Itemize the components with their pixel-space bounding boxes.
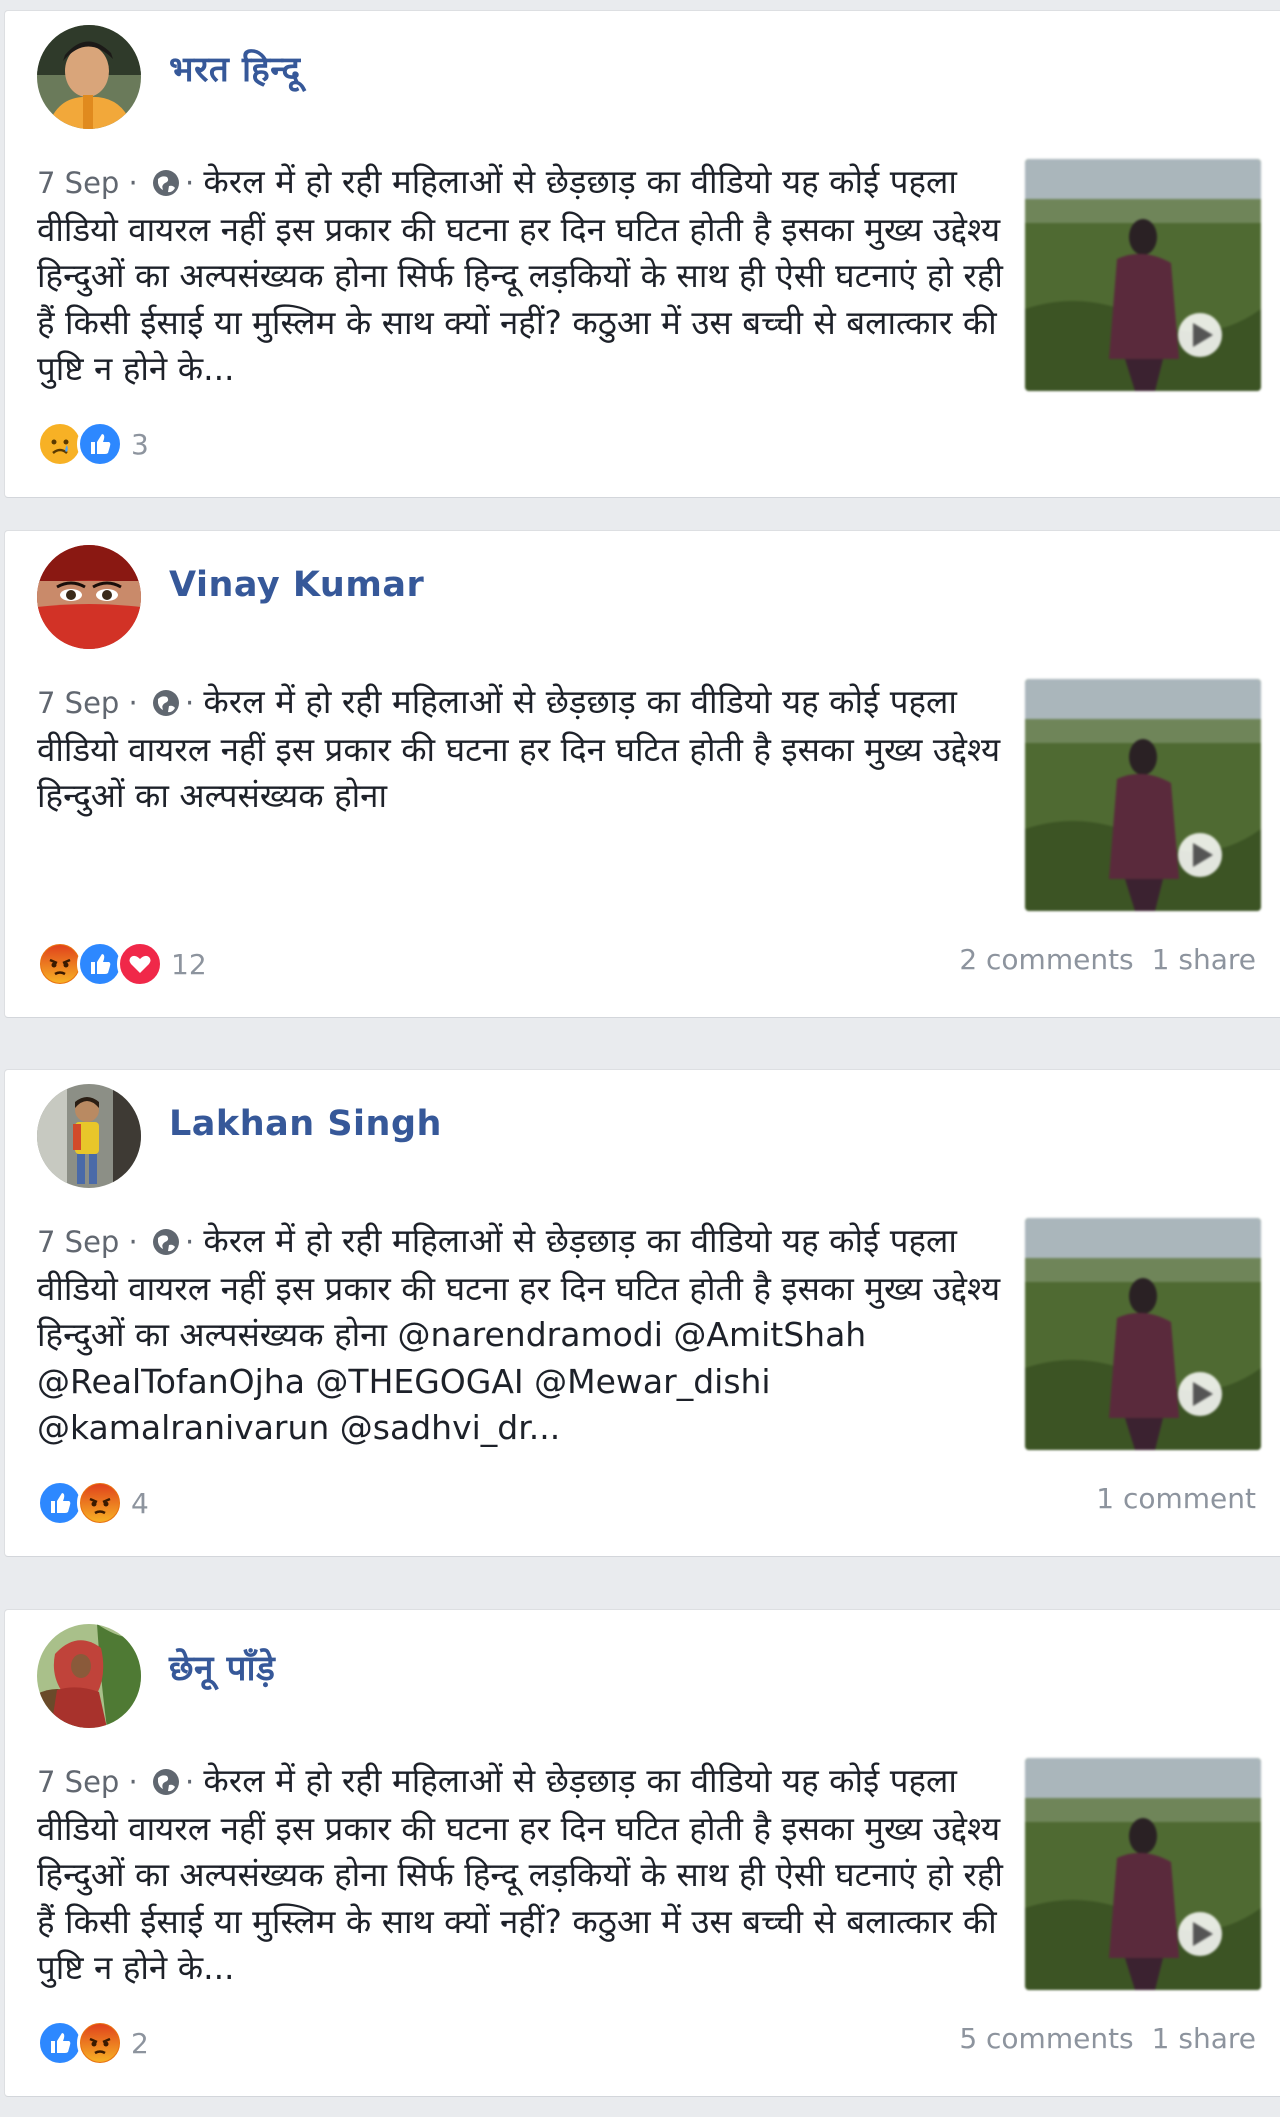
post-card: छेनू पाँड़े 7 Sep · · केरल में हो रही मह… — [4, 1609, 1280, 2097]
video-thumbnail[interactable] — [1025, 679, 1261, 911]
post-card: भरत हिन्दू 7 Sep · · केरल में हो रही महि… — [4, 10, 1280, 498]
post-text: 7 Sep · · केरल में हो रही महिलाओं से छेड… — [37, 1221, 1001, 1447]
globe-icon — [152, 690, 179, 716]
post-stats: 1 comment — [1078, 1482, 1256, 1515]
reaction-count: 4 — [131, 1486, 149, 1520]
avatar[interactable] — [37, 545, 141, 649]
post-date[interactable]: 7 Sep — [37, 686, 119, 720]
angry-reaction-icon — [77, 2020, 123, 2066]
author-name[interactable]: भरत हिन्दू — [169, 45, 301, 92]
post-stats: 5 comments 1 share — [941, 2022, 1256, 2055]
comments-link[interactable]: 5 comments — [959, 2022, 1133, 2055]
post-date[interactable]: 7 Sep — [37, 166, 119, 200]
like-reaction-icon — [77, 421, 123, 467]
shares-link[interactable]: 1 share — [1152, 2022, 1256, 2055]
post-body: केरल में हो रही महिलाओं से छेड़छाड़ का व… — [37, 682, 1001, 815]
globe-icon — [152, 170, 179, 196]
post-date[interactable]: 7 Sep — [37, 1765, 119, 1799]
separator: · — [119, 1225, 147, 1259]
shares-link[interactable]: 1 share — [1152, 943, 1256, 976]
avatar[interactable] — [37, 1084, 141, 1188]
author-name[interactable]: Lakhan Singh — [169, 1104, 442, 1144]
post-card: Vinay Kumar 7 Sep · · केरल में हो रही मह… — [4, 530, 1280, 1018]
post-body: केरल में हो रही महिलाओं से छेड़छाड़ का व… — [37, 1761, 1003, 1987]
separator: · — [119, 166, 147, 200]
video-thumbnail[interactable] — [1025, 1218, 1261, 1450]
globe-icon — [152, 1769, 179, 1795]
reaction-count: 2 — [131, 2026, 149, 2060]
video-thumbnail[interactable] — [1025, 159, 1261, 391]
reaction-summary[interactable]: 4 — [37, 1478, 149, 1528]
globe-icon — [152, 1229, 179, 1255]
post-text: 7 Sep · · केरल में हो रही महिलाओं से छेड… — [37, 1761, 1003, 1987]
angry-reaction-icon — [77, 1480, 123, 1526]
comments-link[interactable]: 2 comments — [959, 943, 1133, 976]
video-thumbnail[interactable] — [1025, 1758, 1261, 1990]
reaction-summary[interactable]: 2 — [37, 2018, 149, 2068]
reaction-count: 3 — [131, 427, 149, 461]
post-card: Lakhan Singh 7 Sep · · केरल में हो रही म… — [4, 1069, 1280, 1557]
avatar[interactable] — [37, 1624, 141, 1728]
comments-link[interactable]: 1 comment — [1096, 1482, 1256, 1515]
love-reaction-icon — [117, 941, 163, 987]
post-body: केरल में हो रही महिलाओं से छेड़छाड़ का व… — [37, 1221, 1001, 1447]
reaction-count: 12 — [171, 947, 207, 981]
post-text: 7 Sep · · केरल में हो रही महिलाओं से छेड… — [37, 162, 1003, 388]
avatar[interactable] — [37, 25, 141, 129]
post-stats: 2 comments 1 share — [941, 943, 1256, 976]
reaction-summary[interactable]: 12 — [37, 939, 207, 989]
reaction-summary[interactable]: 3 — [37, 419, 149, 469]
author-name[interactable]: छेनू पाँड़े — [169, 1644, 275, 1691]
separator: · — [119, 1765, 147, 1799]
separator: · — [119, 686, 147, 720]
post-body: केरल में हो रही महिलाओं से छेड़छाड़ का व… — [37, 162, 1003, 388]
post-text: 7 Sep · · केरल में हो रही महिलाओं से छेड… — [37, 682, 1001, 815]
post-date[interactable]: 7 Sep — [37, 1225, 119, 1259]
author-name[interactable]: Vinay Kumar — [169, 565, 424, 605]
